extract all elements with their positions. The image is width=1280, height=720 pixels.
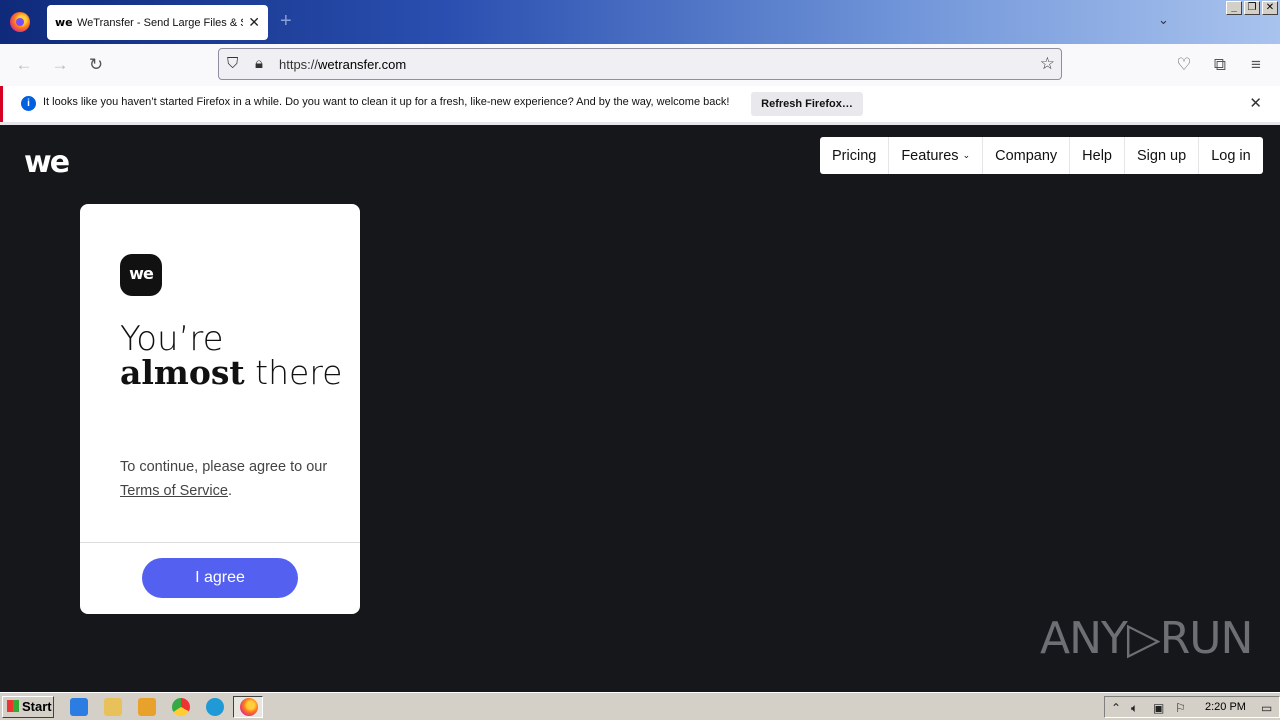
nav-features[interactable]: Features ⌄	[888, 137, 982, 174]
heading-line-2: almost there	[120, 356, 342, 390]
file-explorer-icon[interactable]	[104, 698, 122, 716]
network-icon[interactable]: ▣	[1153, 701, 1164, 715]
internet-explorer-icon[interactable]	[70, 698, 88, 716]
action-center-flag-icon[interactable]: ⚐	[1175, 701, 1186, 715]
terms-suffix: .	[227, 483, 233, 499]
wetransfer-logo[interactable]: we	[24, 148, 70, 178]
minimize-button[interactable]: _	[1226, 1, 1242, 15]
anyrun-watermark: ANY▷RUN	[1040, 613, 1253, 664]
show-desktop-icon[interactable]: ▭	[1261, 701, 1272, 715]
tab-title: WeTransfer - Send Large Files & Sh	[77, 16, 243, 29]
close-tab-icon[interactable]: ✕	[248, 14, 260, 31]
media-player-icon[interactable]	[138, 698, 156, 716]
close-window-button[interactable]: ✕	[1262, 1, 1278, 15]
nav-help[interactable]: Help	[1069, 137, 1124, 174]
url-text[interactable]: https://wetransfer.com	[279, 57, 406, 72]
web-page: we Pricing Features ⌄ Company Help Sign u…	[0, 125, 1280, 692]
tab-wetransfer[interactable]: we WeTransfer - Send Large Files & Sh ✕	[47, 5, 268, 40]
heading-bold-word: almost	[120, 353, 245, 392]
firefox-icon[interactable]	[10, 12, 30, 32]
nav-pricing[interactable]: Pricing	[820, 137, 888, 174]
system-tray: ⌃ 🔈︎ ▣ ⚐ 2:20 PM ▭	[1104, 696, 1280, 718]
edge-icon[interactable]	[206, 698, 224, 716]
tray-expand-icon[interactable]: ⌃	[1111, 701, 1121, 715]
terms-of-service-link[interactable]: Terms of Service	[120, 483, 228, 499]
heading-rest: there	[244, 353, 343, 392]
windows-taskbar: Start ⌃ 🔈︎ ▣ ⚐ 2:20 PM ▭	[0, 692, 1280, 720]
nav-features-label: Features	[901, 147, 959, 164]
back-arrow-icon[interactable]: ←	[13, 54, 35, 76]
wetransfer-badge-icon: we	[120, 254, 162, 296]
url-host: wetransfer.com	[318, 57, 407, 72]
nav-sign-up[interactable]: Sign up	[1124, 137, 1198, 174]
tab-strip: we WeTransfer - Send Large Files & Sh ✕ …	[0, 0, 1280, 44]
wetransfer-favicon-icon: we	[55, 15, 73, 29]
chevron-down-icon: ⌄	[962, 150, 971, 160]
terms-text: To continue, please agree to our Terms o…	[120, 455, 330, 503]
chrome-icon[interactable]	[172, 698, 190, 716]
agree-button[interactable]: I agree	[142, 558, 298, 598]
clock[interactable]: 2:20 PM	[1205, 701, 1246, 713]
window-controls: _ ❐ ✕	[1226, 1, 1278, 15]
menu-hamburger-icon[interactable]: ≡	[1245, 54, 1267, 76]
navigation-toolbar: ← → ↻ ⛉ 🔒︎ https://wetransfer.com ☆ ♡ ⧉ …	[0, 44, 1280, 86]
pocket-icon[interactable]: ♡	[1173, 54, 1195, 76]
bookmark-star-icon[interactable]: ☆	[1040, 54, 1055, 74]
heading-line-1: You’re	[120, 319, 224, 359]
start-label: Start	[22, 699, 52, 714]
windows-flag-icon	[7, 700, 19, 712]
url-scheme: https://	[279, 57, 319, 72]
notification-bar: i It looks like you haven’t started Fire…	[0, 86, 1280, 122]
nav-company[interactable]: Company	[982, 137, 1069, 174]
close-notification-icon[interactable]: ✕	[1249, 94, 1262, 112]
top-navigation: Pricing Features ⌄ Company Help Sign up L…	[820, 137, 1263, 174]
extensions-icon[interactable]: ⧉	[1209, 54, 1231, 76]
terms-prefix: To continue, please agree to our	[120, 459, 328, 475]
list-tabs-chevron-icon[interactable]: ⌄	[1158, 12, 1169, 28]
firefox-taskbar-icon	[240, 698, 258, 716]
restore-button[interactable]: ❐	[1244, 1, 1260, 15]
new-tab-button[interactable]: +	[280, 10, 292, 33]
info-icon: i	[21, 96, 36, 111]
refresh-firefox-button[interactable]: Refresh Firefox…	[751, 92, 863, 116]
address-bar[interactable]: ⛉ 🔒︎ https://wetransfer.com ☆	[218, 48, 1062, 80]
terms-card: we You’re almost there To continue, plea…	[80, 204, 360, 614]
nav-log-in[interactable]: Log in	[1198, 137, 1263, 174]
card-divider	[80, 542, 360, 543]
volume-icon[interactable]: 🔈︎	[1131, 701, 1138, 716]
start-button[interactable]: Start	[2, 696, 54, 718]
reload-icon[interactable]: ↻	[85, 54, 107, 76]
notification-message: It looks like you haven’t started Firefo…	[43, 96, 730, 108]
shield-icon[interactable]: ⛉	[227, 55, 238, 72]
firefox-taskbar-button[interactable]	[233, 696, 263, 718]
lock-icon[interactable]: 🔒︎	[255, 55, 263, 72]
forward-arrow-icon[interactable]: →	[49, 54, 71, 76]
